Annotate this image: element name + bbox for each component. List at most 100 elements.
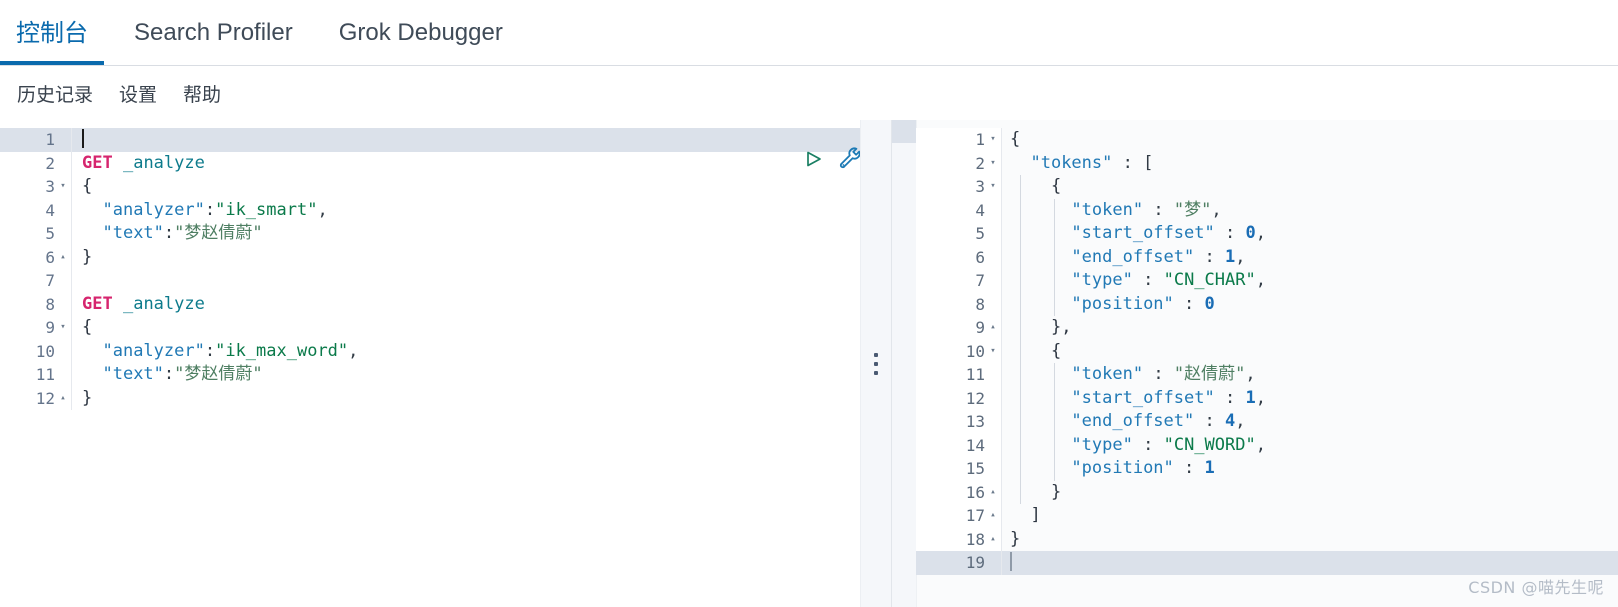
fold-collapse-icon[interactable]: ▾ <box>985 175 1001 199</box>
line-gutter[interactable]: 16 ▴ <box>916 480 1002 505</box>
line-content[interactable] <box>72 269 860 293</box>
editor-row[interactable]: 8 · "position" : 0 <box>916 292 1618 317</box>
fold-toggle-icon[interactable]: · <box>55 340 71 364</box>
editor-row[interactable]: 5 · "start_offset" : 0, <box>916 222 1618 246</box>
fold-toggle-icon[interactable]: · <box>985 434 1001 458</box>
fold-toggle-icon[interactable]: · <box>55 222 71 246</box>
editor-row[interactable]: 2 · GET _analyze <box>0 151 860 176</box>
line-gutter[interactable]: 7 · <box>916 269 1002 293</box>
editor-row[interactable]: 11 · "token" : "赵倩蔚", <box>916 363 1618 387</box>
line-gutter[interactable]: 1 ▾ <box>916 128 1002 152</box>
line-gutter[interactable]: 19 · <box>916 551 1002 575</box>
line-gutter[interactable]: 12 · <box>916 386 1002 411</box>
fold-toggle-icon[interactable]: · <box>985 222 1001 246</box>
fold-toggle-icon[interactable]: · <box>985 199 1001 223</box>
line-content[interactable]: { <box>1002 175 1618 199</box>
response-editor[interactable]: 1 ▾ { 2 ▾ "tokens" : [ 3 ▾ {4 "token":… <box>916 120 1618 607</box>
line-content[interactable]: { <box>72 316 860 340</box>
fold-toggle-icon[interactable]: · <box>55 269 71 293</box>
line-content[interactable]: }, <box>1002 316 1618 340</box>
fold-toggle-icon[interactable]: · <box>985 457 1001 481</box>
fold-expand-icon[interactable]: ▴ <box>985 528 1001 552</box>
fold-toggle-icon[interactable]: · <box>55 363 71 387</box>
line-content[interactable]: "position" : 1 <box>1002 457 1618 481</box>
line-content[interactable]: "tokens" : [ <box>1002 152 1618 176</box>
fold-expand-icon[interactable]: ▴ <box>985 481 1001 505</box>
editor-row[interactable]: 14 · "type" : "CN_WORD", <box>916 433 1618 458</box>
line-gutter[interactable]: 10 · <box>0 339 72 364</box>
line-gutter[interactable]: 9 ▴ <box>916 316 1002 340</box>
pane-resize-handle[interactable] <box>860 120 892 607</box>
fold-toggle-icon[interactable]: · <box>985 387 1001 411</box>
line-content[interactable]: GET _analyze <box>72 293 860 317</box>
line-content[interactable]: } <box>72 387 860 411</box>
line-gutter[interactable]: 13 · <box>916 410 1002 434</box>
subnav-item-settings[interactable]: 设置 <box>119 80 157 107</box>
editor-row[interactable]: 5 · "text":"梦赵倩蔚" <box>0 222 860 246</box>
editor-row[interactable]: 7 · <box>0 269 860 293</box>
line-gutter[interactable]: 4 · <box>916 198 1002 223</box>
fold-collapse-icon[interactable]: ▾ <box>55 175 71 199</box>
line-content[interactable]: } <box>72 246 860 270</box>
editor-row[interactable]: 19 · <box>916 551 1618 575</box>
editor-row[interactable]: 7 · "type" : "CN_CHAR", <box>916 269 1618 293</box>
line-gutter[interactable]: 1 · <box>0 128 72 152</box>
line-content[interactable]: "start_offset" : 1, <box>1002 386 1618 410</box>
line-gutter[interactable]: 6 ▴ <box>0 245 72 270</box>
line-content[interactable]: GET _analyze <box>72 152 860 176</box>
line-content[interactable]: "text":"梦赵倩蔚" <box>72 363 860 387</box>
line-gutter[interactable]: 18 ▴ <box>916 527 1002 552</box>
subnav-item-history[interactable]: 历史记录 <box>17 80 93 107</box>
line-gutter[interactable]: 11 · <box>0 363 72 387</box>
fold-collapse-icon[interactable]: ▾ <box>985 152 1001 176</box>
fold-toggle-icon[interactable]: · <box>985 551 1001 575</box>
tab-grok-debugger[interactable]: Grok Debugger <box>339 0 503 66</box>
line-gutter[interactable]: 4 · <box>0 198 72 222</box>
line-content[interactable] <box>72 128 860 152</box>
line-content[interactable]: "token" : "赵倩蔚", <box>1002 363 1618 387</box>
line-content[interactable]: "position" : 0 <box>1002 292 1618 316</box>
editor-row[interactable]: 4 · "analyzer":"ik_smart", <box>0 198 860 222</box>
line-gutter[interactable]: 15 · <box>916 457 1002 481</box>
fold-collapse-icon[interactable]: ▾ <box>985 340 1001 364</box>
fold-toggle-icon[interactable]: · <box>985 410 1001 434</box>
run-play-icon[interactable] <box>800 146 826 172</box>
fold-toggle-icon[interactable]: · <box>985 363 1001 387</box>
line-gutter[interactable]: 3 ▾ <box>916 175 1002 199</box>
editor-row[interactable]: 1 · <box>0 128 860 152</box>
line-gutter[interactable]: 10 ▾ <box>916 339 1002 364</box>
line-content[interactable]: "start_offset" : 0, <box>1002 222 1618 246</box>
fold-toggle-icon[interactable]: · <box>985 246 1001 270</box>
line-content[interactable]: "end_offset" : 1, <box>1002 245 1618 269</box>
request-editor[interactable]: 1 · 2 · GET _analyze 3 ▾ <box>0 120 860 607</box>
subnav-item-help[interactable]: 帮助 <box>183 80 221 107</box>
line-content[interactable]: "type" : "CN_CHAR", <box>1002 269 1618 293</box>
line-gutter[interactable]: 17 ▴ <box>916 504 1002 528</box>
editor-row[interactable]: 3 ▾ { <box>0 175 860 199</box>
line-content[interactable]: } <box>1002 480 1618 504</box>
line-content[interactable]: "analyzer":"ik_max_word", <box>72 340 860 364</box>
editor-row[interactable]: 10 ▾ { <box>916 339 1618 364</box>
editor-row[interactable]: 3 ▾ { <box>916 175 1618 199</box>
line-content[interactable]: { <box>72 175 860 199</box>
line-content[interactable]: "type" : "CN_WORD", <box>1002 433 1618 457</box>
editor-row[interactable]: 9 ▾ { <box>0 316 860 340</box>
fold-toggle-icon[interactable]: · <box>985 269 1001 293</box>
editor-row[interactable]: 8 · GET _analyze <box>0 292 860 317</box>
line-content[interactable]: { <box>1002 128 1618 152</box>
fold-toggle-icon[interactable]: · <box>985 293 1001 317</box>
line-content[interactable]: "token" : "梦", <box>1002 198 1618 222</box>
line-content[interactable]: ] <box>1002 504 1618 528</box>
editor-row[interactable]: 2 ▾ "tokens" : [ <box>916 151 1618 176</box>
fold-expand-icon[interactable]: ▴ <box>985 316 1001 340</box>
fold-expand-icon[interactable]: ▴ <box>55 246 71 270</box>
line-content[interactable]: "end_offset" : 4, <box>1002 410 1618 434</box>
line-gutter[interactable]: 5 · <box>916 222 1002 246</box>
line-gutter[interactable]: 14 · <box>916 433 1002 458</box>
fold-expand-icon[interactable]: ▴ <box>55 387 71 411</box>
line-gutter[interactable]: 8 · <box>916 292 1002 317</box>
editor-row[interactable]: 4 · "token" : "梦", <box>916 198 1618 223</box>
line-gutter[interactable]: 9 ▾ <box>0 316 72 340</box>
line-content[interactable] <box>1002 551 1618 575</box>
line-gutter[interactable]: 2 ▾ <box>916 151 1002 176</box>
